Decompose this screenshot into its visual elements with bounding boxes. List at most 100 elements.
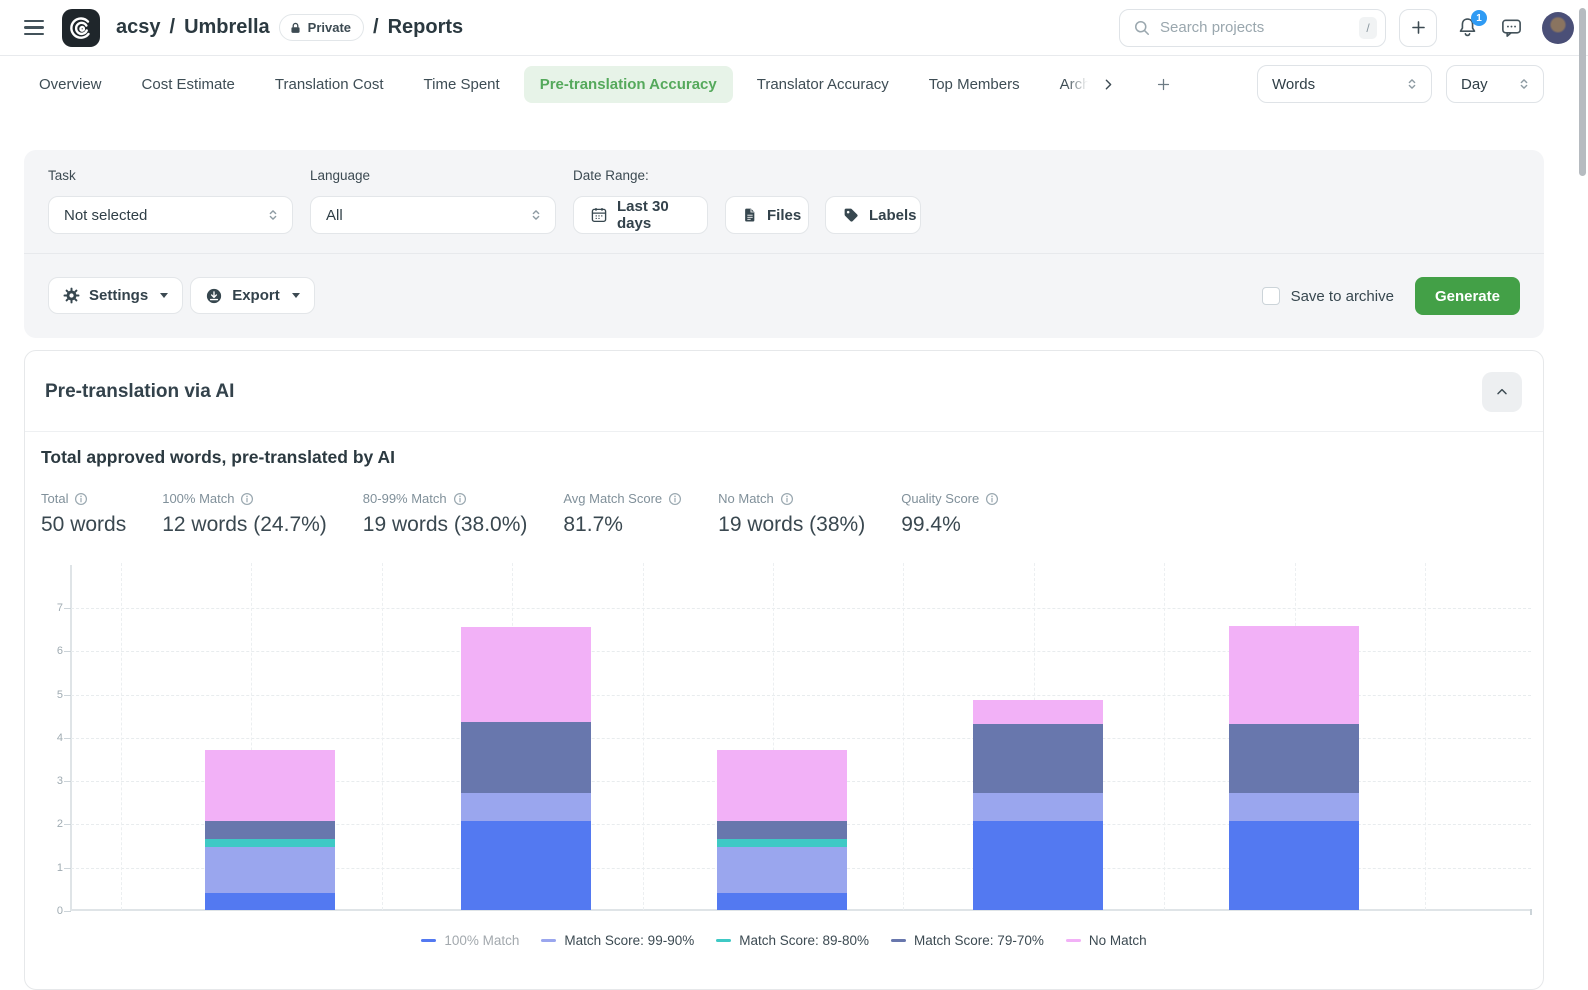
y-axis-tick-label: 3 bbox=[41, 774, 63, 788]
files-filter-label: Files bbox=[767, 207, 801, 224]
settings-button[interactable]: Settings bbox=[48, 277, 183, 314]
breadcrumb-project[interactable]: Umbrella bbox=[184, 16, 270, 39]
updown-arrows-icon bbox=[1517, 77, 1531, 91]
info-icon[interactable] bbox=[453, 492, 467, 506]
date-range-button[interactable]: Last 30 days bbox=[573, 196, 708, 234]
settings-button-label: Settings bbox=[89, 287, 148, 304]
tab-pre-translation-accuracy[interactable]: Pre-translation Accuracy bbox=[524, 66, 733, 103]
messages-button[interactable] bbox=[1500, 16, 1523, 39]
search-box[interactable]: / bbox=[1119, 9, 1386, 47]
tabs-overflow-chevron-right[interactable] bbox=[1094, 70, 1123, 99]
tab-cost-estimate[interactable]: Cost Estimate bbox=[126, 66, 251, 103]
report-tabbar: OverviewCost EstimateTranslation Cost Tim… bbox=[0, 56, 1588, 112]
labels-filter-button[interactable]: Labels bbox=[825, 196, 921, 234]
legend-label: Match Score: 79-70% bbox=[914, 933, 1044, 948]
files-filter-button[interactable]: Files bbox=[725, 196, 809, 234]
tab-overview[interactable]: Overview bbox=[23, 66, 118, 103]
tab-label: Pre-translation Accuracy bbox=[540, 76, 717, 93]
generate-button[interactable]: Generate bbox=[1415, 277, 1520, 315]
h-gridline bbox=[71, 824, 1531, 825]
chevron-up-icon bbox=[1494, 384, 1510, 400]
info-icon[interactable] bbox=[668, 492, 682, 506]
stats-row: Total50 words100% Match12 words (24.7%)8… bbox=[41, 491, 999, 537]
tab-translator-accuracy[interactable]: Translator Accuracy bbox=[741, 66, 905, 103]
gear-icon bbox=[63, 287, 80, 304]
legend-item-match-score-89-80[interactable]: Match Score: 89-80% bbox=[716, 933, 869, 948]
y-axis-tick bbox=[64, 824, 71, 825]
tab-time-spent[interactable]: Time Spent bbox=[408, 66, 516, 103]
bar-column-4 bbox=[973, 562, 1103, 910]
h-gridline bbox=[71, 868, 1531, 869]
search-input[interactable] bbox=[1160, 19, 1359, 36]
updown-arrows-icon bbox=[266, 208, 280, 222]
legend-swatch bbox=[421, 939, 436, 942]
info-icon[interactable] bbox=[780, 492, 794, 506]
v-gridline bbox=[121, 563, 122, 910]
stat-80-99-match: 80-99% Match19 words (38.0%) bbox=[363, 491, 528, 537]
unit-select[interactable]: Words bbox=[1257, 65, 1432, 103]
page-scrollbar[interactable] bbox=[1579, 8, 1586, 176]
report-title: Pre-translation via AI bbox=[45, 381, 234, 403]
app-header: acsy / Umbrella Private / Reports / 1 bbox=[0, 0, 1588, 56]
collapse-card-button[interactable] bbox=[1482, 372, 1522, 412]
info-icon[interactable] bbox=[240, 492, 254, 506]
task-select-value: Not selected bbox=[64, 207, 147, 224]
privacy-badge-label: Private bbox=[308, 20, 351, 35]
bar-segment-match-score-79-70 bbox=[973, 724, 1103, 793]
y-axis-tick bbox=[64, 868, 71, 869]
notifications-button[interactable]: 1 bbox=[1456, 16, 1479, 39]
header-actions: / 1 bbox=[1119, 9, 1574, 47]
info-icon[interactable] bbox=[74, 492, 88, 506]
legend-item-no-match[interactable]: No Match bbox=[1066, 933, 1147, 948]
bar-segment-no-match bbox=[973, 700, 1103, 724]
tab-label: Time Spent bbox=[424, 76, 500, 93]
bar-segment-match-score-99-90 bbox=[973, 793, 1103, 821]
language-select[interactable]: All bbox=[310, 196, 556, 234]
legend-item-match-score-99-90[interactable]: Match Score: 99-90% bbox=[541, 933, 694, 948]
tag-icon bbox=[842, 206, 860, 224]
legend-swatch bbox=[716, 939, 731, 942]
y-axis-tick bbox=[64, 695, 71, 696]
y-axis-tick bbox=[64, 608, 71, 609]
breadcrumb-separator: / bbox=[373, 16, 379, 39]
app-logo[interactable] bbox=[62, 9, 100, 47]
v-gridline bbox=[1425, 563, 1426, 910]
h-gridline bbox=[71, 738, 1531, 739]
tab-translation-cost[interactable]: Translation Cost bbox=[259, 66, 400, 103]
download-icon bbox=[205, 287, 223, 305]
tab-top-members[interactable]: Top Members bbox=[913, 66, 1036, 103]
task-select[interactable]: Not selected bbox=[48, 196, 293, 234]
calendar-icon bbox=[590, 206, 608, 224]
search-icon bbox=[1132, 18, 1152, 38]
legend-item-100-match[interactable]: 100% Match bbox=[421, 933, 519, 948]
filters-actions-left: Settings Export bbox=[48, 277, 315, 314]
avatar[interactable] bbox=[1542, 12, 1574, 44]
breadcrumb-org[interactable]: acsy bbox=[116, 16, 161, 39]
tab-arch[interactable]: Arch bbox=[1044, 66, 1092, 103]
add-report-tab-button[interactable] bbox=[1149, 70, 1178, 99]
legend-label: No Match bbox=[1089, 933, 1147, 948]
stat-label-text: 80-99% Match bbox=[363, 491, 447, 506]
report-unit-controls: Words Day bbox=[1257, 65, 1588, 103]
bar-segment-no-match bbox=[461, 627, 591, 722]
period-select[interactable]: Day bbox=[1446, 65, 1544, 103]
search-shortcut-key: / bbox=[1359, 17, 1377, 39]
legend-label: 100% Match bbox=[444, 933, 519, 948]
info-icon[interactable] bbox=[985, 492, 999, 506]
create-new-button[interactable] bbox=[1399, 9, 1437, 47]
save-to-archive-checkbox[interactable] bbox=[1262, 287, 1280, 305]
bar-segment-no-match bbox=[717, 750, 847, 821]
tab-label: Top Members bbox=[929, 76, 1020, 93]
stat-value: 81.7% bbox=[563, 513, 682, 537]
v-gridline bbox=[643, 563, 644, 910]
legend-item-match-score-79-70[interactable]: Match Score: 79-70% bbox=[891, 933, 1044, 948]
stat-no-match: No Match19 words (38%) bbox=[718, 491, 865, 537]
v-gridline bbox=[251, 563, 252, 910]
y-axis-tick-label: 1 bbox=[41, 861, 63, 875]
y-axis-tick-label: 2 bbox=[41, 817, 63, 831]
export-button[interactable]: Export bbox=[190, 277, 315, 314]
chart-section-title: Total approved words, pre-translated by … bbox=[41, 447, 395, 468]
y-axis-tick-label: 7 bbox=[41, 601, 63, 615]
menu-icon[interactable] bbox=[24, 20, 44, 36]
legend-swatch bbox=[891, 939, 906, 942]
